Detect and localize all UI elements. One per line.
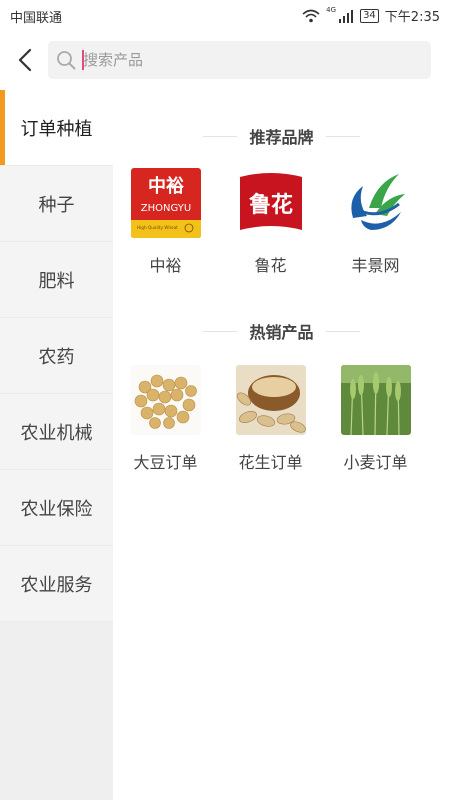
clock-label: 下午2:35 [384, 10, 440, 25]
sidebar-item-label: 农药 [38, 346, 75, 368]
product-tile-wheat[interactable]: 小麦订单 [323, 365, 428, 473]
sidebar-item-seeds[interactable]: 种子 [0, 166, 113, 242]
wifi-icon [302, 9, 320, 22]
section-title: 热销产品 [249, 323, 314, 342]
product-tile-peanut[interactable]: 花生订单 [218, 365, 323, 473]
divider [325, 135, 360, 137]
network-type-label: 4G [326, 6, 337, 14]
fengjingwang-logo [340, 168, 411, 238]
product-label: 大豆订单 [133, 453, 198, 472]
svg-text:中裕: 中裕 [148, 175, 184, 197]
zhongyu-logo: 中裕 ZHONGYU High Quality Wheat [130, 168, 201, 238]
battery-icon: 34 [360, 8, 379, 23]
sidebar-item-label: 农业服务 [20, 574, 93, 596]
product-label: 花生订单 [238, 453, 303, 472]
hot-products-heading: 热销产品 [113, 319, 450, 343]
brand-label: 中裕 [149, 256, 182, 275]
svg-text:High Quality Wheat: High Quality Wheat [137, 225, 178, 230]
brand-tile-fengjingwang[interactable]: 丰景网 [323, 168, 428, 276]
divider [325, 330, 360, 332]
back-button[interactable] [12, 46, 38, 74]
brand-grid: 中裕 ZHONGYU High Quality Wheat 中裕 鲁花 鲁花 丰… [113, 168, 450, 276]
search-input[interactable] [83, 41, 423, 79]
sidebar-item-label: 订单种植 [20, 118, 93, 140]
sidebar-item-order-planting[interactable]: 订单种植 [0, 90, 113, 166]
signal-icon [339, 9, 354, 23]
svg-text:ZHONGYU: ZHONGYU [140, 203, 190, 214]
status-icons: 4G 34 下午2:35 [302, 6, 440, 25]
wheat-photo [340, 365, 411, 435]
carrier-label: 中国联通 [10, 11, 63, 26]
brand-label: 丰景网 [351, 256, 400, 275]
sidebar-item-insurance[interactable]: 农业保险 [0, 470, 113, 546]
brand-label: 鲁花 [254, 256, 287, 275]
sidebar-item-label: 种子 [38, 194, 75, 216]
status-bar: 中国联通 4G 34 下午2:35 [0, 0, 450, 32]
peanut-photo [235, 365, 306, 435]
chevron-left-icon [18, 48, 32, 72]
search-bar[interactable] [48, 41, 431, 79]
product-grid: 大豆订单 花生订单 小麦订单 [113, 365, 450, 473]
search-icon [57, 51, 76, 70]
sidebar-item-label: 农业机械 [20, 422, 93, 444]
category-sidebar: 订单种植 种子 肥料 农药 农业机械 农业保险 农业服务 [0, 90, 113, 800]
product-tile-soybean[interactable]: 大豆订单 [113, 365, 218, 473]
sidebar-item-machinery[interactable]: 农业机械 [0, 394, 113, 470]
soybean-photo [130, 365, 201, 435]
category-content: 推荐品牌 中裕 ZHONGYU High Quality Wheat 中裕 鲁花 [113, 90, 450, 800]
sidebar-item-pesticide[interactable]: 农药 [0, 318, 113, 394]
brand-tile-luhua[interactable]: 鲁花 鲁花 [218, 168, 323, 276]
luhua-logo: 鲁花 [235, 168, 306, 238]
svg-text:鲁花: 鲁花 [247, 192, 292, 218]
divider [203, 135, 238, 137]
brand-tile-zhongyu[interactable]: 中裕 ZHONGYU High Quality Wheat 中裕 [113, 168, 218, 276]
divider [203, 330, 238, 332]
sidebar-item-fertilizer[interactable]: 肥料 [0, 242, 113, 318]
section-title: 推荐品牌 [249, 128, 314, 147]
product-label: 小麦订单 [343, 453, 408, 472]
sidebar-item-label: 农业保险 [20, 498, 93, 520]
search-header [0, 32, 450, 88]
sidebar-item-services[interactable]: 农业服务 [0, 546, 113, 622]
sidebar-item-label: 肥料 [38, 270, 75, 292]
recommended-brands-heading: 推荐品牌 [113, 124, 450, 148]
